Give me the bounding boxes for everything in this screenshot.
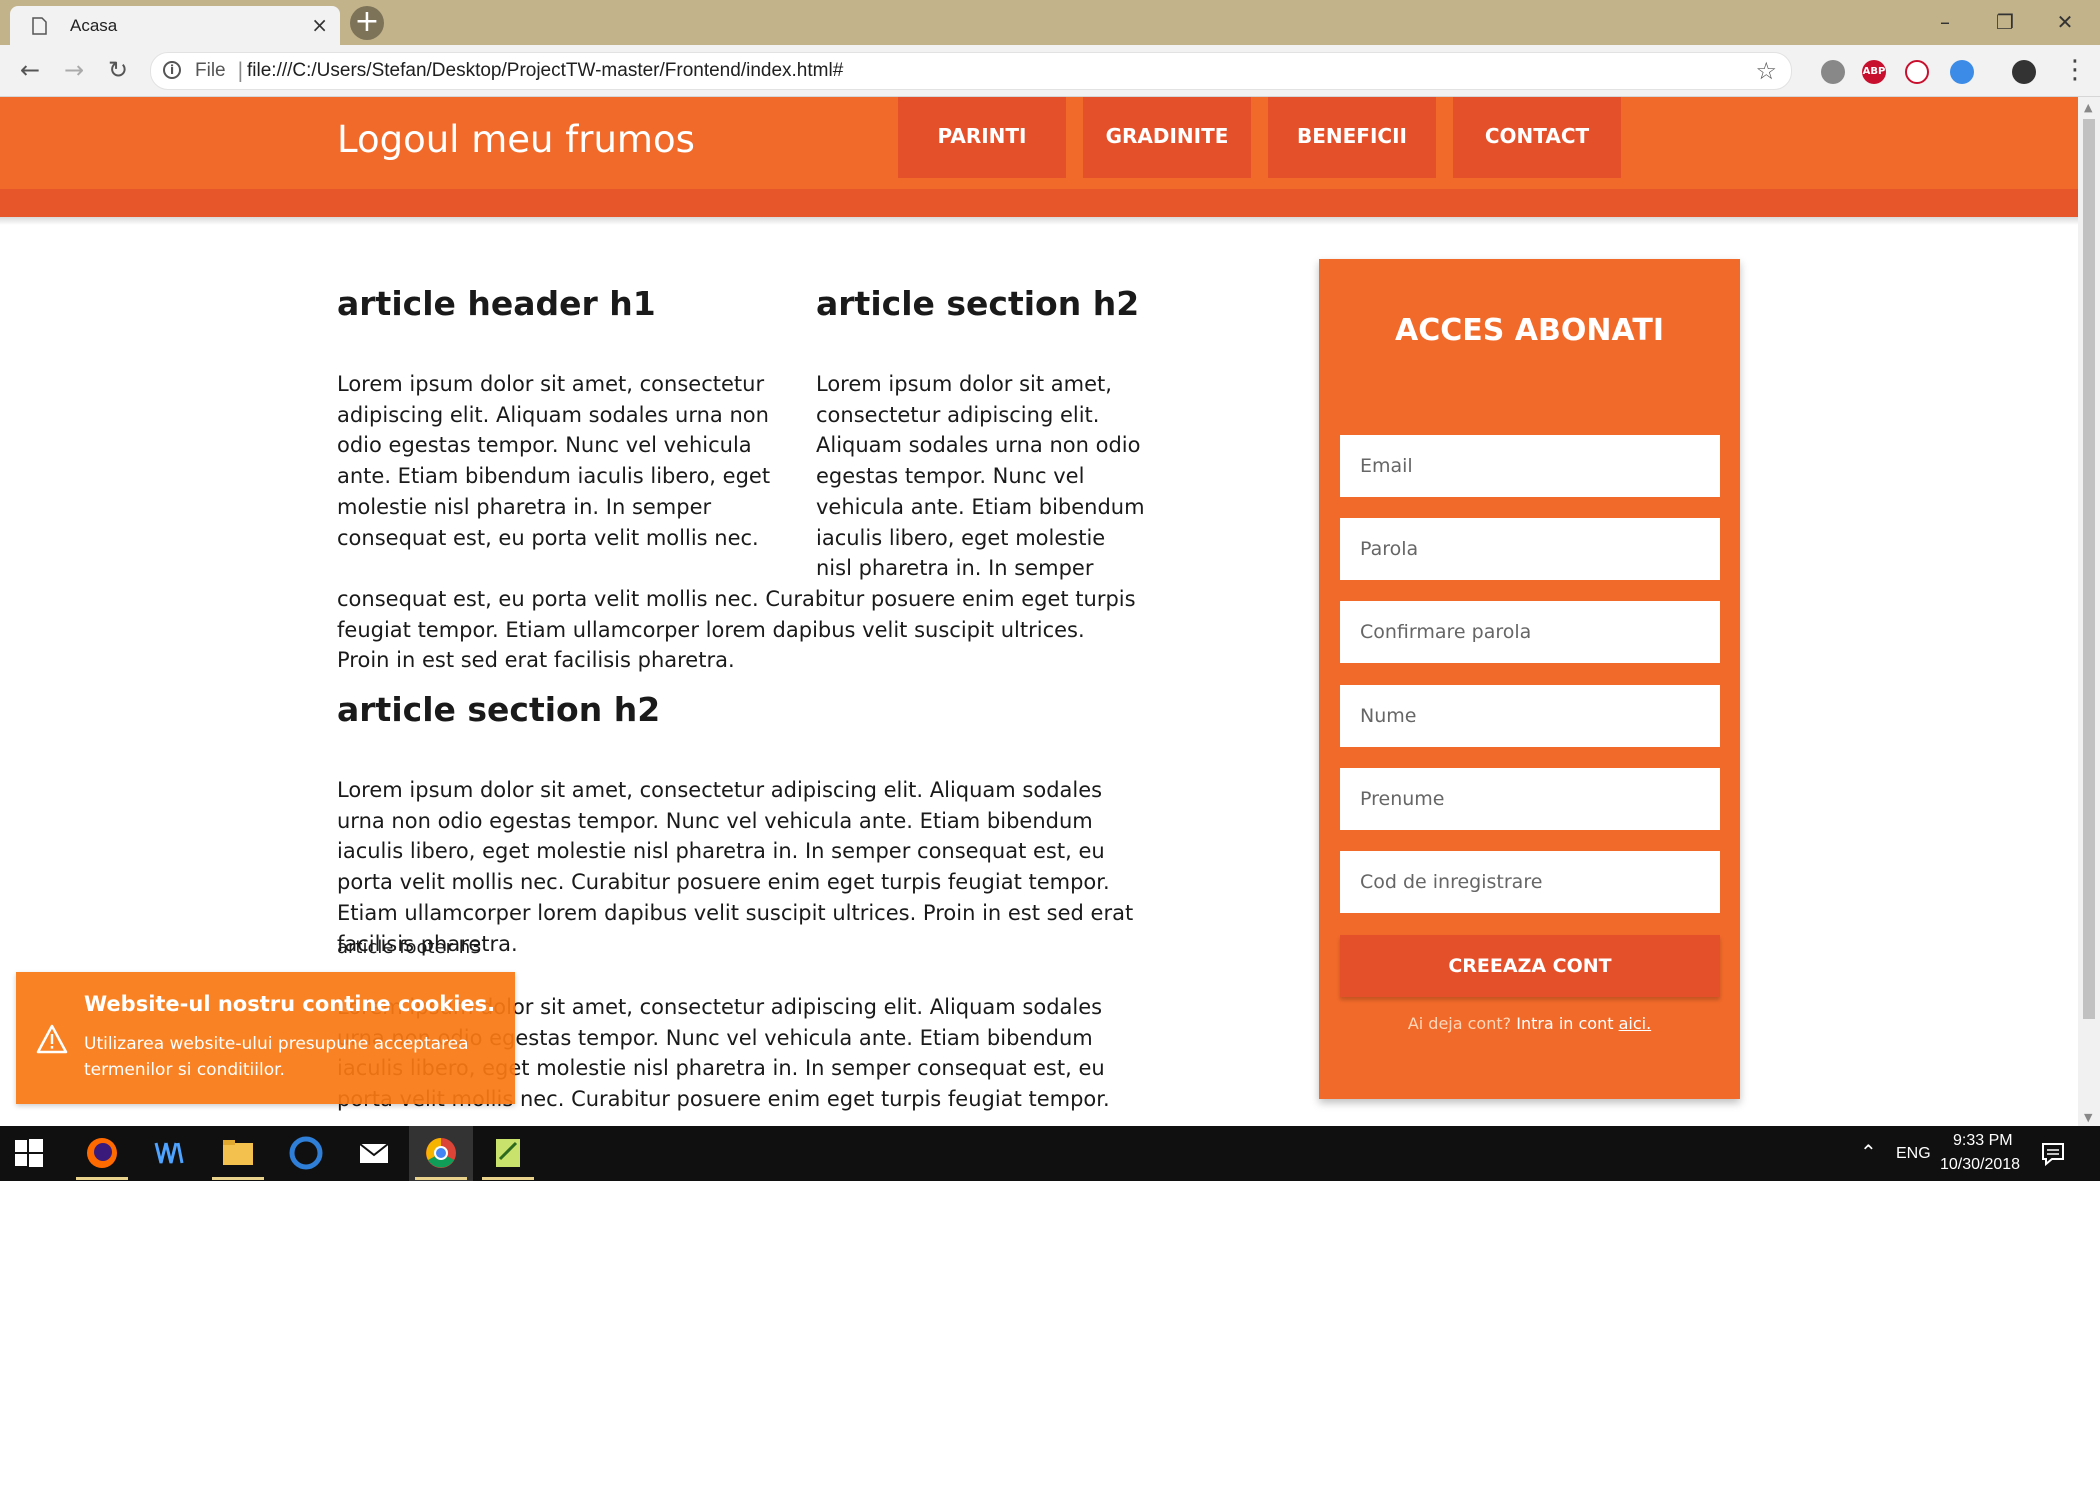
mail-icon[interactable] <box>356 1135 392 1171</box>
aside-section-continuation: consequat est, eu porta velit mollis nec… <box>337 587 1136 673</box>
confirm-password-field[interactable] <box>1340 601 1720 663</box>
window-close-icon[interactable]: ✕ <box>2035 4 2095 40</box>
last-name-field[interactable] <box>1340 685 1720 747</box>
page-scrollbar[interactable]: ▲ ▼ <box>2078 97 2100 1126</box>
url-separator: | <box>237 58 244 82</box>
browser-menu-icon[interactable]: ⋮ <box>2062 57 2088 83</box>
header-stripe <box>0 189 2078 217</box>
site-logo[interactable]: Logoul meu frumos <box>337 118 695 161</box>
signup-title: ACCES ABONATI <box>1394 313 1664 348</box>
browser-toolbar: ← → ↻ i File | file:///C:/Users/Stefan/D… <box>0 45 2100 97</box>
new-tab-button[interactable]: + <box>350 6 384 40</box>
create-account-button[interactable]: CREEAZA CONT <box>1340 935 1720 997</box>
password-field[interactable] <box>1340 518 1720 580</box>
file-explorer-icon[interactable] <box>220 1135 256 1171</box>
scroll-up-icon[interactable]: ▲ <box>2084 101 2092 114</box>
firefox-indicator <box>76 1177 128 1180</box>
minimize-icon[interactable]: – <box>1915 4 1975 40</box>
site-header: Logoul meu frumos PARINTI GRADINITE BENE… <box>0 97 2078 217</box>
article-section-text: Lorem ipsum dolor sit amet, consectetur … <box>337 778 1134 956</box>
adblock-plus-icon[interactable]: ABP <box>1862 60 1886 84</box>
scrollbar-thumb[interactable] <box>2083 119 2095 1019</box>
windows-start-icon[interactable] <box>14 1138 44 1168</box>
signup-panel: ACCES ABONATI CREEAZA CONT Ai deja cont?… <box>1319 259 1740 1099</box>
scroll-down-icon[interactable]: ▼ <box>2084 1111 2092 1124</box>
aside-section-text: Lorem ipsum dolor sit amet, consectetur … <box>816 372 1145 581</box>
windows-taskbar: ⌃ ENG 9:33 PM 10/30/2018 <box>0 1126 2100 1181</box>
cookie-text: Utilizarea website-ului presupune accept… <box>84 1034 469 1080</box>
back-arrow-icon[interactable]: ← <box>15 55 45 85</box>
firefox-icon[interactable] <box>84 1135 120 1171</box>
cookie-notice[interactable]: Website-ul nostru contine cookies. Utili… <box>16 972 515 1104</box>
warning-icon <box>36 1024 68 1054</box>
notifications-icon[interactable] <box>2040 1141 2066 1167</box>
chrome-indicator <box>415 1177 467 1180</box>
cookie-title: Website-ul nostru contine cookies. <box>84 992 496 1016</box>
tab-close-icon[interactable]: × <box>311 14 328 36</box>
url-text[interactable]: file:///C:/Users/Stefan/Desktop/ProjectT… <box>247 60 843 82</box>
restore-icon[interactable]: ❐ <box>1975 4 2035 40</box>
nav-gradinite[interactable]: GRADINITE <box>1083 97 1251 178</box>
wacom-icon[interactable] <box>152 1135 188 1171</box>
browser-tab[interactable]: Acasa × <box>10 6 340 45</box>
email-field[interactable] <box>1340 435 1720 497</box>
info-icon[interactable]: i <box>163 61 181 79</box>
article-section-h2: article section h2 <box>337 690 661 729</box>
tab-title: Acasa <box>70 16 118 35</box>
nav-parinti[interactable]: PARINTI <box>898 97 1066 178</box>
shield-extension-icon[interactable] <box>1821 60 1845 84</box>
article-footer-h3: article footer h3 <box>337 937 482 958</box>
notepad-plus-icon[interactable] <box>490 1135 526 1171</box>
article-header-h1: article header h1 <box>337 284 656 323</box>
url-scheme: File <box>195 60 226 81</box>
file-explorer-indicator <box>212 1177 264 1180</box>
login-prompt: Ai deja cont? Intra in cont aici. <box>1319 1014 1740 1033</box>
registration-code-field[interactable] <box>1340 851 1720 913</box>
nav-beneficii[interactable]: BENEFICII <box>1268 97 1436 178</box>
clock-time[interactable]: 9:33 PM <box>1953 1132 2013 1150</box>
header-shadow <box>0 217 2078 225</box>
chrome-icon[interactable] <box>423 1135 459 1171</box>
nav-contact[interactable]: CONTACT <box>1453 97 1621 178</box>
ccleaner-icon[interactable] <box>288 1135 324 1171</box>
language-indicator[interactable]: ENG <box>1896 1145 1931 1163</box>
login-question: Ai deja cont? <box>1407 1014 1512 1033</box>
page-icon <box>32 17 47 35</box>
price-tracker-icon[interactable] <box>1905 60 1929 84</box>
reload-icon[interactable]: ↻ <box>103 55 133 85</box>
address-bar[interactable]: i File | file:///C:/Users/Stefan/Desktop… <box>150 52 1792 90</box>
tray-chevron-icon[interactable]: ⌃ <box>1860 1140 1877 1165</box>
login-prefix: Intra in cont <box>1516 1014 1614 1033</box>
clock-date[interactable]: 10/30/2018 <box>1940 1156 2020 1174</box>
account-icon[interactable] <box>2012 60 2036 84</box>
web-page: Logoul meu frumos PARINTI GRADINITE BENE… <box>0 97 2078 1126</box>
article-header-text: Lorem ipsum dolor sit amet, consectetur … <box>337 372 771 550</box>
bookmark-star-icon[interactable]: ☆ <box>1755 57 1777 85</box>
login-link[interactable]: aici. <box>1619 1014 1652 1033</box>
speed-test-icon[interactable] <box>1950 60 1974 84</box>
notepad-plus-indicator <box>482 1177 534 1180</box>
forward-arrow-icon[interactable]: → <box>59 55 89 85</box>
aside-section-h2: article section h2 <box>816 284 1140 323</box>
browser-tab-strip: Acasa × + – ❐ ✕ <box>0 0 2100 45</box>
first-name-field[interactable] <box>1340 768 1720 830</box>
desktop-screen: Acasa × + – ❐ ✕ ← → ↻ i File | file:///C… <box>0 0 2100 1181</box>
